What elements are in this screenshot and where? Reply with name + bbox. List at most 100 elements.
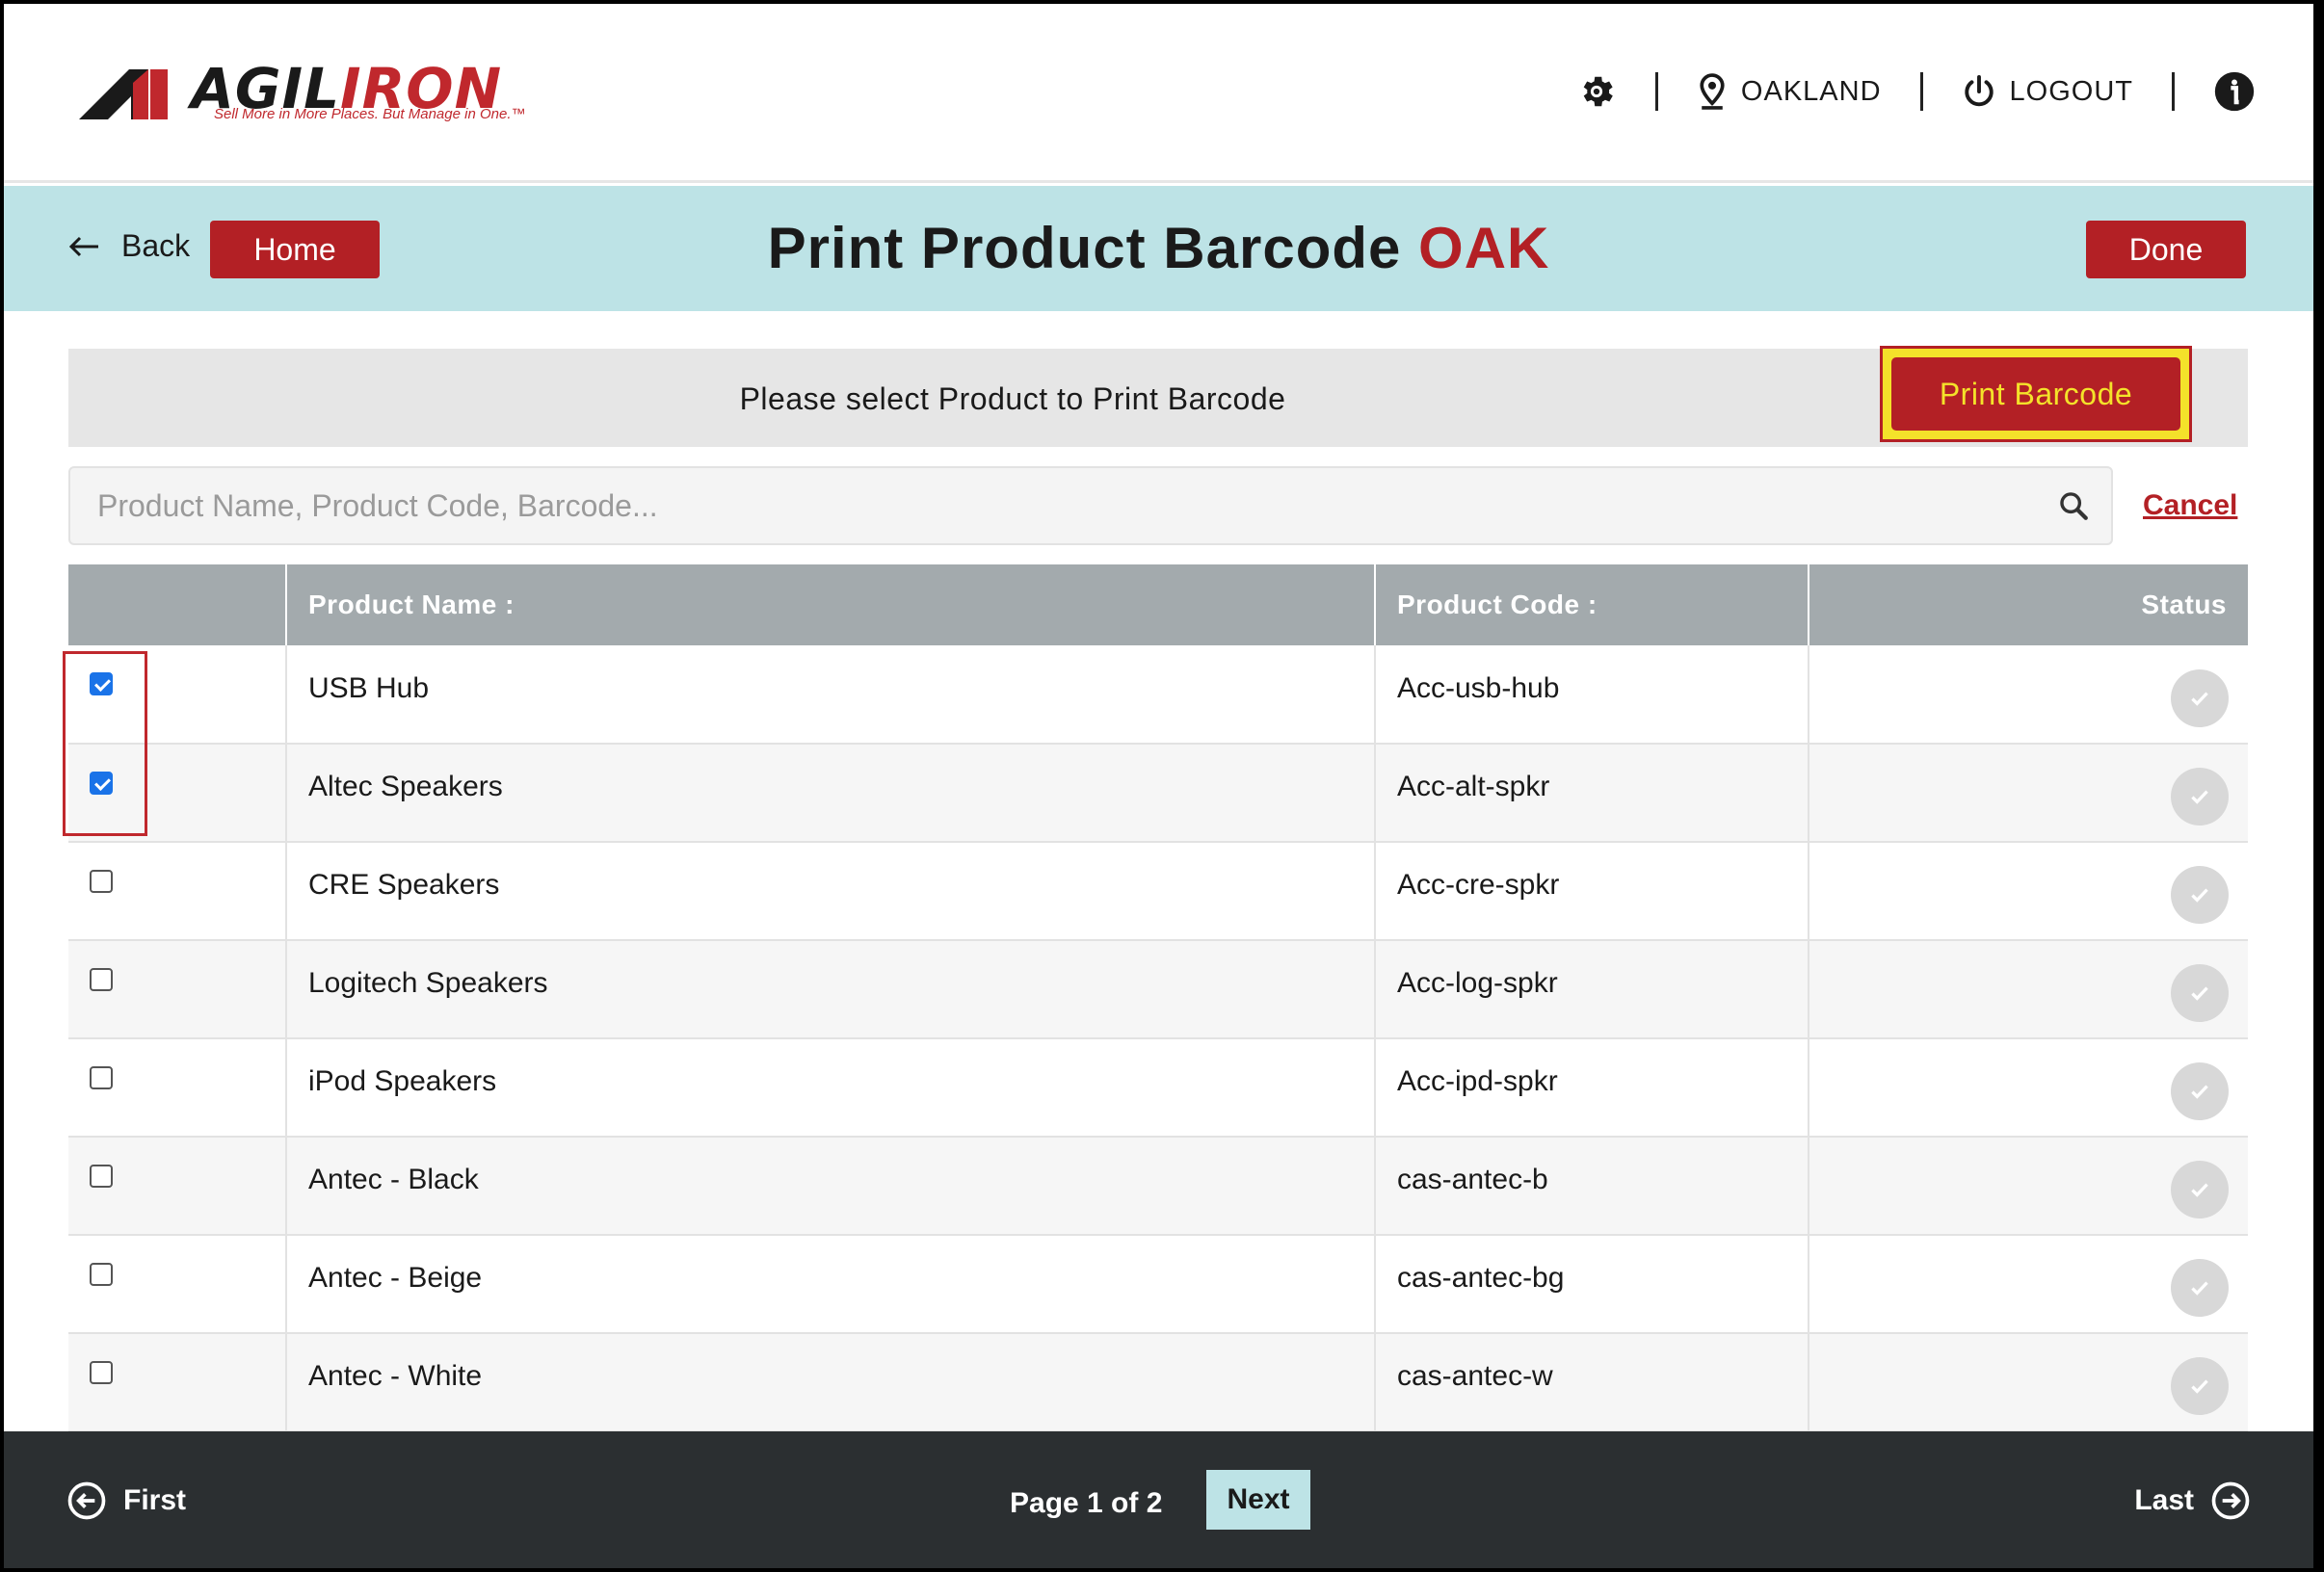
logout-label: LOGOUT: [2009, 75, 2133, 107]
table-row[interactable]: Antec - Beige cas-antec-bg: [68, 1235, 2248, 1334]
product-code-cell: Acc-alt-spkr: [1375, 744, 1809, 843]
status-cell: [1809, 842, 2248, 941]
table-row[interactable]: Antec - Black cas-antec-b: [68, 1137, 2248, 1236]
product-name: Logitech Speakers: [308, 967, 548, 999]
select-cell: [68, 1333, 287, 1432]
status-header: Status: [1809, 564, 2248, 645]
product-name-cell: iPod Speakers: [286, 1038, 1376, 1138]
cancel-link[interactable]: Cancel: [2143, 489, 2237, 522]
search-icon[interactable]: [2057, 489, 2090, 522]
product-code: cas-antec-b: [1397, 1164, 1548, 1195]
table-header-row: Product Name : Product Code : Status: [68, 564, 2248, 645]
location-selector[interactable]: OAKLAND: [1697, 64, 1882, 119]
select-column-header: [68, 564, 287, 645]
product-table: Product Name : Product Code : Status USB…: [68, 564, 2248, 1432]
row-checkbox[interactable]: [90, 1361, 113, 1384]
page-title-text: Print Product Barcode: [767, 216, 1402, 280]
row-checkbox[interactable]: [90, 1263, 113, 1286]
product-name-cell: USB Hub: [286, 645, 1376, 745]
product-name-cell: Logitech Speakers: [286, 940, 1376, 1039]
table-row[interactable]: USB Hub Acc-usb-hub: [68, 645, 2248, 745]
next-page-button[interactable]: Next: [1206, 1470, 1310, 1530]
table-row[interactable]: Antec - White cas-antec-w: [68, 1333, 2248, 1432]
gear-icon: [1583, 76, 1613, 107]
pagination-footer: First Page 1 of 2 Next Last: [4, 1431, 2313, 1568]
select-cell: [68, 842, 287, 941]
table-row[interactable]: iPod Speakers Acc-ipd-spkr: [68, 1038, 2248, 1138]
info-button[interactable]: [2213, 64, 2256, 119]
row-checkbox[interactable]: [90, 870, 113, 893]
title-bar: Back Home Print Product Barcode OAK Done: [4, 186, 2313, 311]
check-circle-icon: [2171, 1357, 2229, 1415]
row-checkbox[interactable]: [90, 772, 113, 795]
check-circle-icon: [2171, 768, 2229, 825]
product-name-cell: Antec - Beige: [286, 1235, 1376, 1334]
check-circle-icon: [2171, 1062, 2229, 1120]
select-cell: [68, 1235, 287, 1334]
table-row[interactable]: Logitech Speakers Acc-log-spkr: [68, 940, 2248, 1039]
circle-arrow-left-icon: [67, 1481, 106, 1520]
select-cell: [68, 1038, 287, 1138]
circle-arrow-right-icon: [2211, 1481, 2250, 1520]
select-cell: [68, 940, 287, 1039]
product-name-cell: Antec - White: [286, 1333, 1376, 1432]
location-label: OAKLAND: [1740, 75, 1882, 107]
status-cell: [1809, 1137, 2248, 1236]
product-code: cas-antec-bg: [1397, 1262, 1565, 1294]
check-circle-icon: [2171, 964, 2229, 1022]
product-code-cell: Acc-usb-hub: [1375, 645, 1809, 745]
agiliron-logo[interactable]: AGILIRON Sell More in More Places. But M…: [79, 56, 526, 127]
last-label: Last: [2134, 1484, 2194, 1516]
instruction-message: Please select Product to Print Barcode: [739, 381, 1286, 416]
product-name: Antec - Black: [308, 1164, 479, 1195]
page-indicator: Page 1 of 2: [1010, 1487, 1163, 1519]
product-name-header: Product Name :: [286, 564, 1376, 645]
table-row[interactable]: Altec Speakers Acc-alt-spkr: [68, 744, 2248, 843]
row-checkbox[interactable]: [90, 1165, 113, 1188]
search-input[interactable]: [97, 468, 2005, 543]
status-cell: [1809, 1235, 2248, 1334]
product-code: Acc-log-spkr: [1397, 967, 1558, 999]
table-row[interactable]: CRE Speakers Acc-cre-spkr: [68, 842, 2248, 941]
page-title: Print Product Barcode OAK: [4, 215, 2313, 281]
check-circle-icon: [2171, 1259, 2229, 1317]
first-page-button[interactable]: First: [67, 1481, 186, 1520]
product-code-cell: cas-antec-bg: [1375, 1235, 1809, 1334]
product-name: Altec Speakers: [308, 771, 503, 802]
check-circle-icon: [2171, 668, 2229, 727]
product-code-cell: cas-antec-b: [1375, 1137, 1809, 1236]
product-code: Acc-ipd-spkr: [1397, 1065, 1558, 1097]
top-header: AGILIRON Sell More in More Places. But M…: [4, 4, 2313, 183]
product-code: cas-antec-w: [1397, 1360, 1553, 1392]
instruction-bar: Please select Product to Print Barcode P…: [68, 346, 2248, 447]
logo-tagline: Sell More in More Places. But Manage in …: [214, 106, 526, 122]
product-code: Acc-alt-spkr: [1397, 771, 1550, 802]
app-window: AGILIRON Sell More in More Places. But M…: [4, 4, 2313, 1568]
search-box: [68, 466, 2113, 545]
print-barcode-button[interactable]: Print Barcode: [1891, 357, 2180, 431]
logout-button[interactable]: LOGOUT: [1962, 64, 2133, 119]
product-code: Acc-cre-spkr: [1397, 869, 1560, 901]
status-cell: [1809, 1038, 2248, 1138]
product-code-cell: Acc-ipd-spkr: [1375, 1038, 1809, 1138]
product-name: Antec - Beige: [308, 1262, 483, 1294]
product-code-cell: Acc-cre-spkr: [1375, 842, 1809, 941]
row-checkbox[interactable]: [90, 672, 113, 695]
product-name: USB Hub: [308, 671, 430, 704]
product-name-cell: Altec Speakers: [286, 744, 1376, 843]
done-button[interactable]: Done: [2086, 221, 2246, 278]
settings-button[interactable]: [1576, 64, 1617, 119]
first-label: First: [123, 1484, 187, 1516]
row-checkbox[interactable]: [90, 1066, 113, 1089]
select-cell: [68, 1137, 287, 1236]
row-checkbox[interactable]: [90, 968, 113, 991]
last-page-button[interactable]: Last: [2134, 1481, 2250, 1520]
check-circle-icon: [2171, 866, 2229, 924]
product-name-cell: Antec - Black: [286, 1137, 1376, 1236]
nav-divider: [2172, 72, 2175, 111]
check-circle-icon: [2171, 1161, 2229, 1218]
product-name: iPod Speakers: [308, 1065, 497, 1097]
select-cell: [68, 645, 287, 745]
status-cell: [1809, 744, 2248, 843]
product-name-cell: CRE Speakers: [286, 842, 1376, 941]
